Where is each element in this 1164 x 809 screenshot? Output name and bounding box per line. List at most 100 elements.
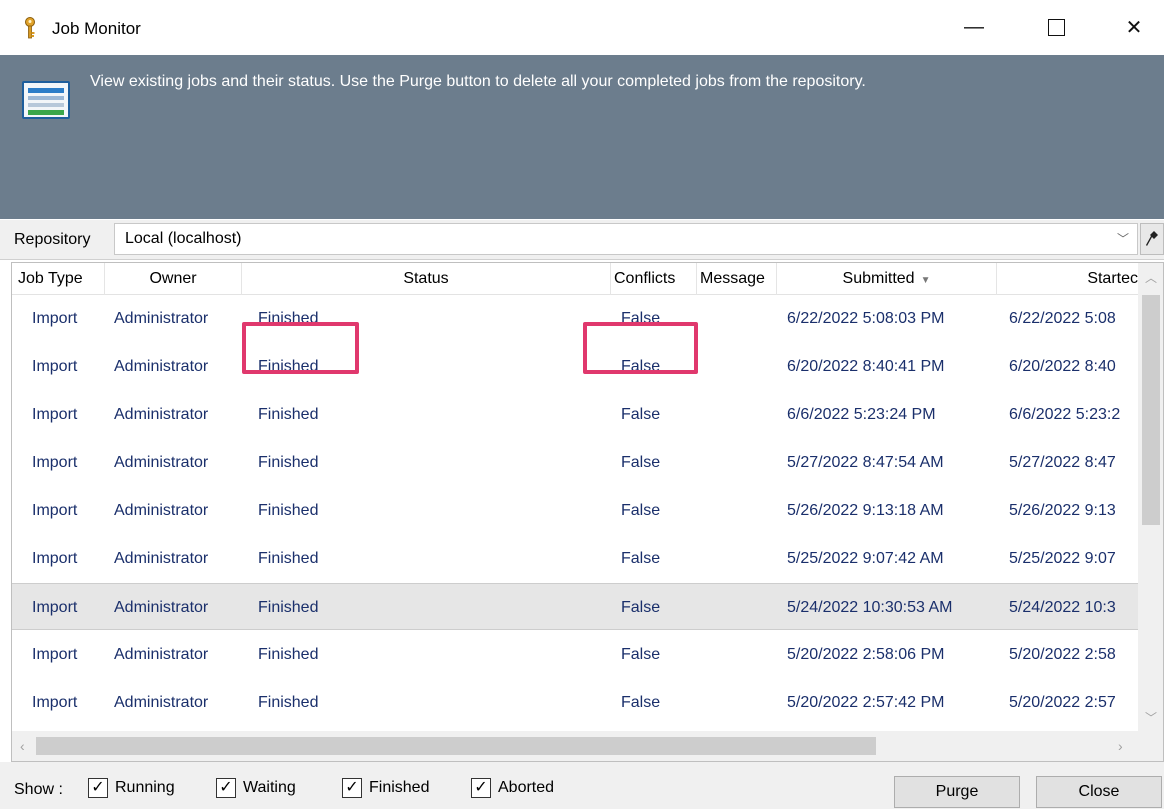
repository-label: Repository (14, 231, 91, 248)
column-header-status[interactable]: Status (242, 263, 611, 295)
table-row[interactable]: Import Administrator Finished False 5/20/202… (12, 679, 1138, 726)
checkmark-icon: ✓ (88, 778, 108, 798)
cell-started: 5/27/2022 8:47 (1009, 454, 1116, 471)
cell-owner: Administrator (114, 694, 209, 711)
cell-job-type: Import (32, 599, 78, 616)
cell-conflicts: False (621, 550, 661, 567)
cell-owner: Administrator (114, 550, 209, 567)
cell-submitted: 6/6/2022 5:23:24 PM (787, 406, 936, 423)
window-title: Job Monitor (52, 19, 141, 38)
cell-submitted: 5/20/2022 2:57:42 PM (787, 694, 945, 711)
checkmark-icon: ✓ (471, 778, 491, 798)
scroll-down-icon[interactable]: ﹀ (1145, 709, 1157, 726)
horizontal-scrollbar[interactable]: ‹ › (12, 731, 1163, 761)
cell-status: Finished (258, 454, 319, 471)
cell-message (697, 343, 777, 390)
cell-status: Finished (258, 502, 319, 519)
banner-description: View existing jobs and their status. Use… (90, 73, 866, 90)
checkmark-icon: ✓ (216, 778, 236, 798)
cell-conflicts: False (621, 502, 661, 519)
scroll-right-icon[interactable]: › (1118, 738, 1123, 754)
cell-message (697, 679, 777, 726)
filter-aborted-checkbox[interactable]: ✓ Aborted (471, 778, 554, 798)
table-row[interactable]: Import Administrator Finished False 6/22/202… (12, 295, 1138, 342)
column-header-owner[interactable]: Owner (105, 263, 242, 295)
cell-submitted: 5/24/2022 10:30:53 AM (787, 599, 953, 616)
filter-running-checkbox[interactable]: ✓ Running (88, 778, 175, 798)
job-monitor-icon (22, 81, 70, 119)
column-header-started[interactable]: Startec (997, 263, 1138, 295)
horizontal-scroll-thumb[interactable] (36, 737, 876, 755)
table-row[interactable]: Import Administrator Finished False 5/24/202… (12, 583, 1138, 630)
cell-conflicts: False (621, 358, 661, 375)
column-header-message[interactable]: Message (697, 263, 777, 295)
cell-message (697, 391, 777, 438)
show-label: Show : (14, 781, 63, 798)
table-row[interactable]: Import Administrator Finished False 6/20/202… (12, 343, 1138, 390)
chevron-down-icon: ﹀ (1116, 232, 1129, 246)
column-header-conflicts[interactable]: Conflicts (611, 263, 697, 295)
vertical-scrollbar[interactable]: ︿ ﹀ (1138, 263, 1163, 731)
minimize-button[interactable]: — (946, 0, 1002, 55)
cell-job-type: Import (32, 646, 78, 663)
info-banner: View existing jobs and their status. Use… (0, 55, 1164, 219)
cell-message (697, 439, 777, 486)
cell-job-type: Import (32, 502, 78, 519)
cell-submitted: 6/20/2022 8:40:41 PM (787, 358, 945, 375)
table-row[interactable]: Import Administrator Finished False 5/26/202… (12, 487, 1138, 534)
cell-job-type: Import (32, 358, 78, 375)
close-window-button[interactable]: ✕ (1106, 0, 1162, 55)
cell-message (697, 535, 777, 582)
cell-submitted: 5/27/2022 8:47:54 AM (787, 454, 944, 471)
table-row[interactable]: Import Administrator Finished False 5/25/202… (12, 535, 1138, 582)
cell-owner: Administrator (114, 502, 209, 519)
repository-dropdown[interactable]: Local (localhost) ﹀ (114, 223, 1138, 255)
cell-submitted: 5/25/2022 9:07:42 AM (787, 550, 944, 567)
cell-owner: Administrator (114, 646, 209, 663)
cell-owner: Administrator (114, 454, 209, 471)
title-bar: Job Monitor — ✕ (0, 0, 1164, 55)
column-header-submitted[interactable]: Submitted ▼ (777, 263, 997, 295)
minimize-icon: — (964, 16, 984, 38)
filter-finished-checkbox[interactable]: ✓ Finished (342, 778, 429, 798)
cell-conflicts: False (621, 646, 661, 663)
cell-submitted: 5/26/2022 9:13:18 AM (787, 502, 944, 519)
cell-job-type: Import (32, 454, 78, 471)
table-header: Job Type Owner Status Conflicts Message … (12, 263, 1138, 295)
cell-message (697, 487, 777, 534)
cell-job-type: Import (32, 550, 78, 567)
cell-started: 5/20/2022 2:58 (1009, 646, 1116, 663)
scroll-up-icon[interactable]: ︿ (1145, 269, 1157, 286)
cell-started: 5/24/2022 10:3 (1009, 599, 1116, 616)
table-row[interactable]: Import Administrator Finished False 5/20/202… (12, 631, 1138, 678)
cell-conflicts: False (621, 454, 661, 471)
maximize-icon (1047, 19, 1065, 36)
repository-value: Local (localhost) (125, 230, 242, 247)
purge-button[interactable]: Purge (894, 776, 1020, 808)
cell-submitted: 6/22/2022 5:08:03 PM (787, 310, 945, 327)
jobs-table: Job Type Owner Status Conflicts Message … (11, 262, 1164, 762)
maximize-button[interactable] (1028, 0, 1084, 55)
scroll-left-icon[interactable]: ‹ (20, 738, 25, 754)
cell-status: Finished (258, 599, 319, 616)
cell-message (697, 295, 777, 342)
cell-status: Finished (258, 550, 319, 567)
footer-bar: Show : ✓ Running ✓ Waiting ✓ Finished ✓ Abor… (0, 762, 1164, 809)
vertical-scroll-thumb[interactable] (1142, 295, 1160, 525)
cell-started: 5/26/2022 9:13 (1009, 502, 1116, 519)
cell-owner: Administrator (114, 310, 209, 327)
cell-conflicts: False (621, 310, 661, 327)
cell-submitted: 5/20/2022 2:58:06 PM (787, 646, 945, 663)
cell-status: Finished (258, 646, 319, 663)
column-header-job-type[interactable]: Job Type (12, 263, 105, 295)
cell-conflicts: False (621, 406, 661, 423)
table-row[interactable]: Import Administrator Finished False 6/6/2022… (12, 391, 1138, 438)
table-row[interactable]: Import Administrator Finished False 5/27/202… (12, 439, 1138, 486)
close-icon: ✕ (1125, 17, 1143, 39)
filter-waiting-checkbox[interactable]: ✓ Waiting (216, 778, 296, 798)
cell-status: Finished (258, 694, 319, 711)
close-button[interactable]: Close (1036, 776, 1162, 808)
plug-icon (1146, 231, 1158, 246)
connect-button[interactable] (1140, 223, 1164, 255)
sort-descending-icon: ▼ (920, 275, 931, 286)
